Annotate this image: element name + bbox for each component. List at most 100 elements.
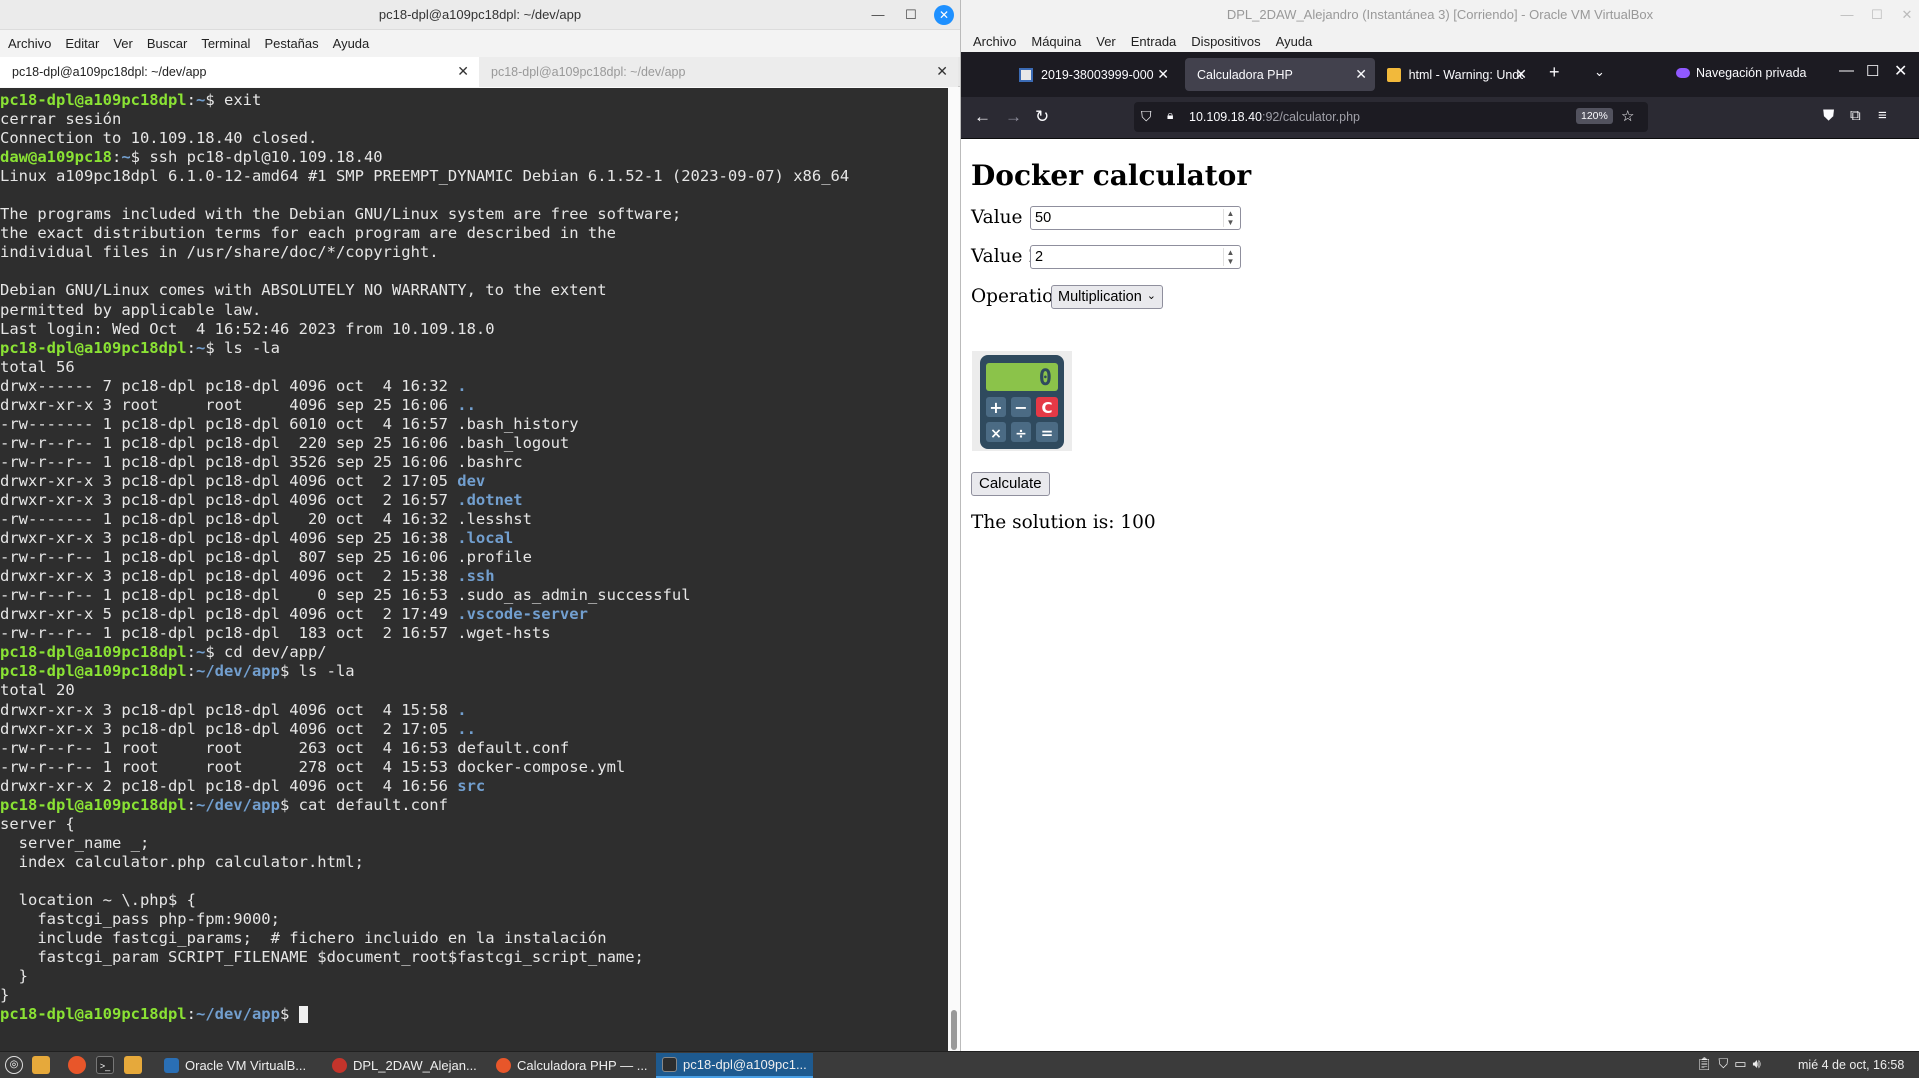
terminal-line: pc18-dpl@a109pc18dpl:~/dev/app$ ls -la bbox=[0, 662, 948, 681]
reload-icon[interactable]: ↻ bbox=[1035, 107, 1049, 127]
terminal-line: pc18-dpl@a109pc18dpl:~$ exit bbox=[0, 91, 948, 110]
menu-archivo[interactable]: Archivo bbox=[8, 36, 60, 51]
files-icon[interactable] bbox=[32, 1056, 50, 1074]
chevron-down-icon[interactable]: ⌄ bbox=[1594, 64, 1605, 80]
taskbar-task-terminal[interactable]: pc18-dpl@a109pc1... bbox=[656, 1053, 813, 1078]
taskbar-task-firefox[interactable]: Calculadora PHP — ... bbox=[490, 1053, 654, 1078]
tab-close-icon[interactable]: ✕ bbox=[457, 63, 469, 80]
menu-editar[interactable]: Editar bbox=[65, 36, 108, 51]
shield-icon[interactable]: ⛉ bbox=[1141, 108, 1152, 125]
forward-icon[interactable]: → bbox=[1005, 107, 1022, 127]
maximize-icon[interactable]: ☐ bbox=[901, 5, 921, 25]
terminal-scrollbar[interactable] bbox=[948, 88, 960, 1051]
display-icon[interactable]: ▭ bbox=[1734, 1056, 1746, 1072]
menu-ver[interactable]: Ver bbox=[1096, 34, 1125, 49]
terminal-text: pc18-dpl@a109pc18dpl:~$ exit cerrar sesió… bbox=[0, 91, 948, 1024]
terminal-line: The programs included with the Debian GN… bbox=[0, 205, 948, 224]
value2-text: 2 bbox=[1035, 249, 1044, 265]
tab-close-icon[interactable]: ✕ bbox=[1355, 66, 1367, 83]
terminal-tab-1[interactable]: pc18-dpl@a109pc18dpl: ~/dev/app ✕ bbox=[0, 57, 479, 87]
zoom-indicator[interactable]: 120% bbox=[1576, 108, 1613, 124]
firefox-tab-calculadora[interactable]: Calculadora PHP ✕ bbox=[1185, 58, 1375, 91]
calculate-button[interactable]: Calculate bbox=[971, 472, 1050, 496]
close-icon[interactable]: ✕ bbox=[1894, 61, 1907, 81]
menu-maquina[interactable]: Máquina bbox=[1031, 34, 1090, 49]
volume-icon[interactable]: 🔊︎ bbox=[1753, 1056, 1761, 1072]
menu-ver[interactable]: Ver bbox=[113, 36, 142, 51]
maximize-icon[interactable]: ☐ bbox=[1866, 62, 1879, 80]
terminal-segment: -rw-r--r-- 1 root root 263 oct 4 16:53 d… bbox=[0, 738, 570, 757]
svg-text:C: C bbox=[1041, 399, 1052, 417]
terminal-segment: ~ bbox=[195, 91, 206, 109]
taskbar-task-virtualbox[interactable]: Oracle VM VirtualB... bbox=[158, 1053, 312, 1078]
folder-icon[interactable] bbox=[124, 1056, 142, 1074]
terminal-segment: Last login: Wed Oct 4 16:52:46 2023 from… bbox=[0, 319, 495, 338]
terminal-line: -rw-r--r-- 1 pc18-dpl pc18-dpl 220 sep 2… bbox=[0, 434, 948, 453]
tab-close-icon[interactable]: ✕ bbox=[1157, 66, 1169, 83]
terminal-line: total 20 bbox=[0, 681, 948, 700]
terminal-segment: ~/dev/app bbox=[195, 662, 280, 681]
terminal-segment: $ exit bbox=[205, 91, 262, 109]
url-bar[interactable]: ⛉ 🔒︎ 10.109.18.40:92/calculator.php 120%… bbox=[1134, 102, 1648, 132]
menu-dispositivos[interactable]: Dispositivos bbox=[1191, 34, 1269, 49]
tab-close-icon[interactable]: ✕ bbox=[936, 63, 948, 80]
tab-close-icon[interactable]: ✕ bbox=[1515, 66, 1527, 83]
terminal-segment: $ cd dev/app/ bbox=[205, 643, 327, 662]
operation-select[interactable]: Multiplication ⌄ bbox=[1051, 285, 1163, 309]
menu-ayuda[interactable]: Ayuda bbox=[333, 36, 379, 51]
clock[interactable]: mié 4 de oct, 16:58 bbox=[1798, 1058, 1904, 1072]
terminal-output[interactable]: pc18-dpl@a109pc18dpl:~$ exit cerrar sesió… bbox=[0, 88, 948, 1051]
terminal-icon[interactable]: >_ bbox=[96, 1056, 114, 1074]
terminal-segment: fastcgi_pass php-fpm:9000; bbox=[0, 910, 280, 929]
menu-buscar[interactable]: Buscar bbox=[147, 36, 196, 51]
new-tab-button[interactable]: + bbox=[1549, 62, 1560, 83]
scrollbar-thumb[interactable] bbox=[951, 1010, 957, 1050]
minimize-icon[interactable]: — bbox=[1839, 62, 1854, 79]
terminal-line: server { bbox=[0, 815, 948, 834]
firefox-tab-pdf[interactable]: 2019-38003999-000 ✕ bbox=[1007, 58, 1177, 91]
terminal-line: drwxr-xr-x 3 pc18-dpl pc18-dpl 4096 sep … bbox=[0, 529, 948, 548]
menu-archivo[interactable]: Archivo bbox=[973, 34, 1025, 49]
shield-icon[interactable]: ⛉ bbox=[1719, 1056, 1729, 1072]
menu-ayuda[interactable]: Ayuda bbox=[1276, 34, 1322, 49]
terminal-segment: fastcgi_param SCRIPT_FILENAME $document_… bbox=[0, 948, 644, 967]
terminal-segment: dev bbox=[457, 471, 486, 490]
value2-input[interactable]: 2 ▲ ▼ bbox=[1030, 245, 1241, 269]
calculator-display: 0 bbox=[1039, 366, 1052, 391]
close-icon[interactable]: ✕ bbox=[934, 5, 954, 25]
vbox-titlebar[interactable]: DPL_2DAW_Alejandro (Instantánea 3) [Corr… bbox=[961, 0, 1919, 30]
taskbar-task-vm[interactable]: DPL_2DAW_Alejan... bbox=[326, 1053, 483, 1078]
minimize-icon[interactable]: — bbox=[868, 5, 888, 25]
start-menu-icon[interactable]: ◎ bbox=[5, 1056, 23, 1074]
terminal-titlebar[interactable]: pc18-dpl@a109pc18dpl: ~/dev/app — ☐ ✕ bbox=[0, 0, 960, 30]
firefox-tab-stackoverflow[interactable]: html - Warning: Unde ✕ bbox=[1375, 58, 1535, 91]
value1-input[interactable]: 50 ▲ ▼ bbox=[1030, 206, 1241, 230]
terminal-segment: .vscode-server bbox=[457, 605, 588, 624]
terminal-segment: include fastcgi_params; # fichero inclui… bbox=[0, 929, 607, 948]
bookmark-star-icon[interactable]: ☆ bbox=[1621, 107, 1634, 125]
menu-pestanas[interactable]: Pestañas bbox=[264, 36, 327, 51]
minimize-icon[interactable]: — bbox=[1837, 5, 1857, 25]
url-text[interactable]: 10.109.18.40:92/calculator.php bbox=[1189, 110, 1360, 124]
terminal-segment: drwx------ 7 pc18-dpl pc18-dpl 4096 oct … bbox=[0, 376, 458, 395]
lock-icon[interactable]: 🔒︎ bbox=[1167, 108, 1173, 123]
pocket-icon[interactable]: ⛊ bbox=[1823, 107, 1834, 124]
terminal-tab-2[interactable]: pc18-dpl@a109pc18dpl: ~/dev/app ✕ bbox=[479, 57, 958, 87]
system-tray: 📋︎ ⛉ ▭ 🔊︎ bbox=[1696, 1056, 1761, 1072]
terminal-line: Linux a109pc18dpl 6.1.0-12-amd64 #1 SMP … bbox=[0, 167, 948, 186]
spinner-icon[interactable]: ▲ ▼ bbox=[1223, 248, 1237, 266]
terminal-segment: ~ bbox=[195, 643, 206, 662]
terminal-segment: total 20 bbox=[0, 681, 75, 700]
close-icon[interactable]: ✕ bbox=[1897, 5, 1917, 25]
extensions-icon[interactable]: ⧉ bbox=[1850, 107, 1861, 124]
menu-terminal[interactable]: Terminal bbox=[201, 36, 259, 51]
spinner-icon[interactable]: ▲ ▼ bbox=[1223, 209, 1237, 227]
terminal-segment: } bbox=[0, 986, 10, 1005]
firefox-icon[interactable] bbox=[68, 1056, 86, 1074]
terminal-segment: $ ls -la bbox=[205, 338, 280, 357]
menu-entrada[interactable]: Entrada bbox=[1131, 34, 1186, 49]
clipboard-icon[interactable]: 📋︎ bbox=[1696, 1056, 1713, 1072]
hamburger-menu-icon[interactable]: ≡ bbox=[1878, 107, 1887, 124]
maximize-icon[interactable]: ☐ bbox=[1867, 5, 1887, 25]
back-icon[interactable]: ← bbox=[974, 107, 991, 127]
